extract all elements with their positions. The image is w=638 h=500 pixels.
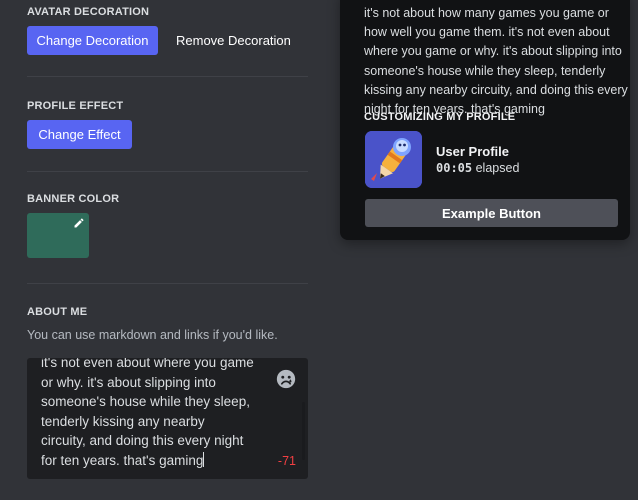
activity-section-heading: CUSTOMIZING MY PROFILE — [364, 111, 516, 123]
elapsed-time: 00:05 — [436, 161, 473, 175]
activity-image — [365, 131, 422, 188]
change-decoration-button[interactable]: Change Decoration — [27, 26, 158, 55]
textarea-scrollbar[interactable] — [302, 402, 305, 460]
profile-preview-card: it's not about how many games you game o… — [340, 0, 630, 240]
banner-color-title: BANNER COLOR — [27, 193, 120, 205]
elapsed-label: elapsed — [475, 161, 520, 175]
divider — [27, 283, 308, 284]
banner-color-swatch[interactable] — [27, 213, 89, 258]
profile-effect-title: PROFILE EFFECT — [27, 100, 124, 112]
about-me-hint: You can use markdown and links if you'd … — [27, 328, 278, 342]
avatar-decoration-title: AVATAR DECORATION — [27, 6, 150, 18]
activity-elapsed: 00:05 elapsed — [436, 161, 519, 175]
remove-decoration-button[interactable]: Remove Decoration — [176, 33, 291, 48]
about-me-textarea[interactable]: it's not even about where you game or wh… — [27, 358, 308, 479]
pencil-icon — [74, 218, 84, 228]
preview-bio: it's not about how many games you game o… — [364, 6, 628, 117]
profile-settings-page: AVATAR DECORATION Change Decoration Remo… — [0, 0, 638, 500]
change-effect-button[interactable]: Change Effect — [27, 120, 132, 149]
about-me-text: it's not even about where you game or wh… — [41, 358, 254, 468]
about-me-title: ABOUT ME — [27, 306, 88, 318]
emoji-face-icon[interactable] — [275, 368, 297, 390]
character-counter: -71 — [277, 454, 296, 468]
example-button[interactable]: Example Button — [365, 199, 618, 227]
text-caret — [203, 451, 205, 467]
pencil-mascot-icon — [365, 131, 422, 188]
activity-name: User Profile — [436, 144, 509, 159]
divider — [27, 171, 308, 172]
divider — [27, 76, 308, 77]
